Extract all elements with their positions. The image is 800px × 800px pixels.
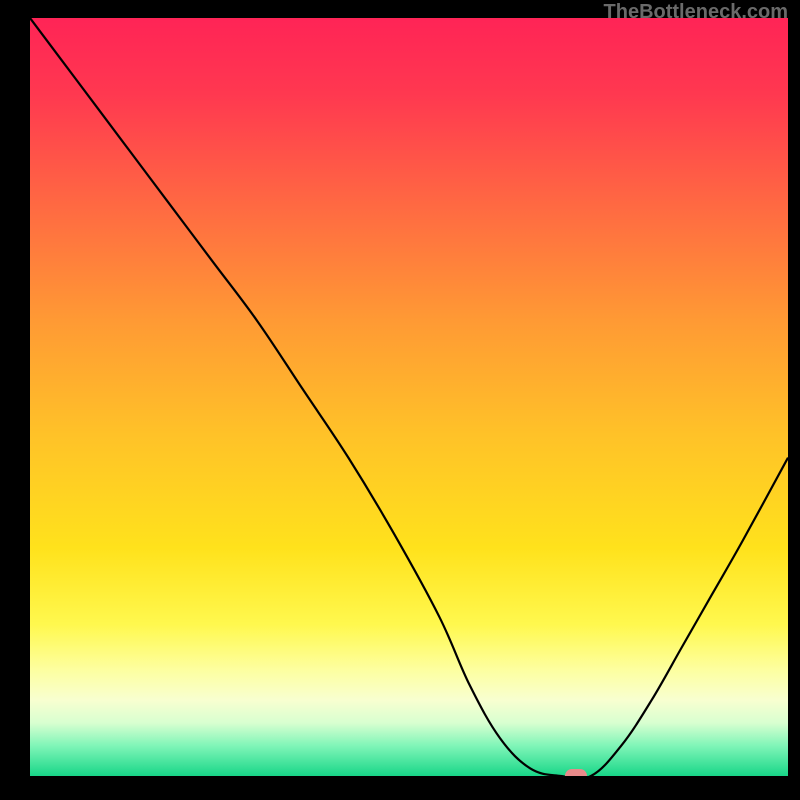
watermark: TheBottleneck.com — [604, 1, 788, 24]
gradient-background — [30, 18, 788, 776]
chart-container: TheBottleneck.com — [0, 0, 800, 800]
optimum-marker — [565, 769, 587, 776]
plot-area — [30, 18, 788, 776]
